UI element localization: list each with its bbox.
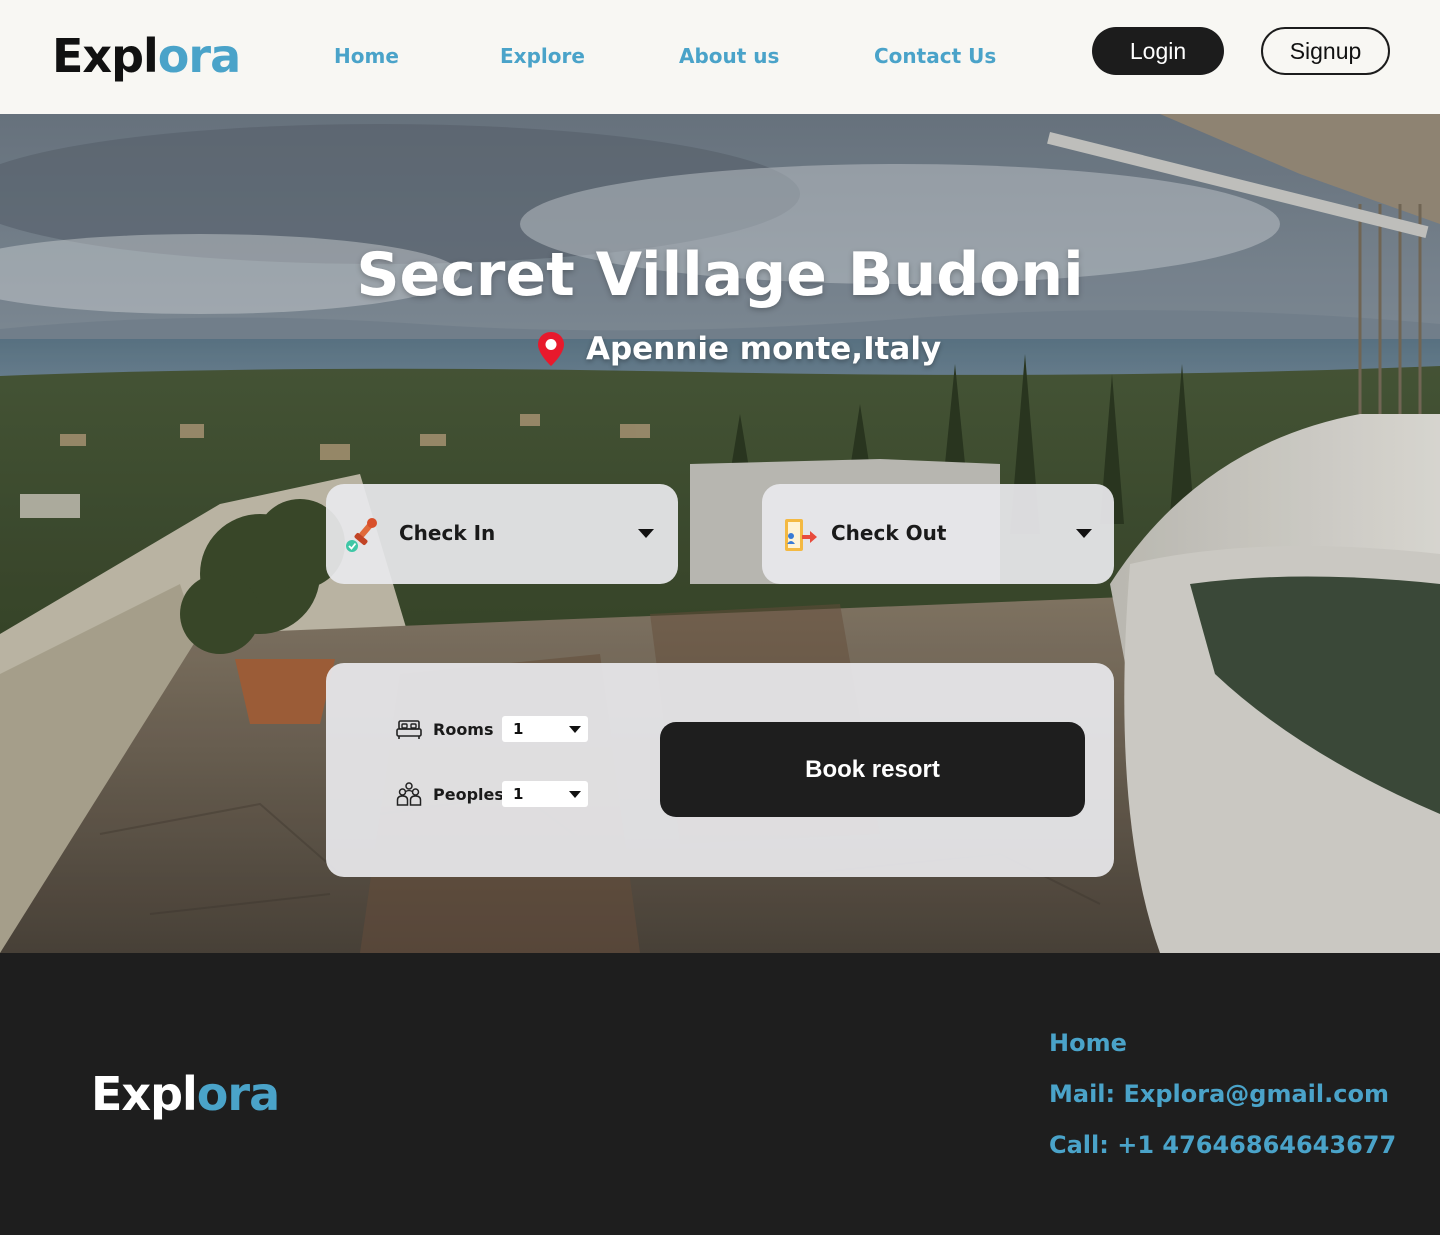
footer-home-link[interactable]: Home: [1049, 1027, 1127, 1059]
logo-text-accent: ora: [157, 29, 241, 83]
chevron-down-icon: [569, 791, 581, 798]
book-resort-button[interactable]: Book resort: [660, 722, 1085, 817]
nav-contact-us[interactable]: Contact Us: [874, 43, 996, 69]
peoples-value: 1: [513, 785, 524, 803]
stamp-icon: [346, 518, 377, 552]
booking-panel: Rooms 1 Peoples 1 Book resort: [326, 663, 1114, 877]
nav-about-us[interactable]: About us: [679, 43, 779, 69]
footer-mail-link[interactable]: Mail: Explora@gmail.com: [1049, 1078, 1389, 1110]
rooms-select[interactable]: 1: [502, 716, 588, 742]
brand-logo[interactable]: Explora: [52, 28, 241, 84]
site-header: Explora Home Explore About us Contact Us…: [0, 0, 1440, 114]
check-in-dropdown[interactable]: Check In: [326, 484, 678, 584]
logo-text-light: Expl: [91, 1067, 198, 1121]
peoples-row: Peoples 1: [396, 780, 588, 808]
people-icon: [396, 782, 422, 806]
peoples-label: Peoples: [433, 784, 504, 804]
peoples-select[interactable]: 1: [502, 781, 588, 807]
chevron-down-icon: [569, 726, 581, 733]
rooms-value: 1: [513, 720, 524, 738]
rooms-row: Rooms 1: [396, 715, 588, 743]
check-in-label: Check In: [399, 521, 496, 545]
site-footer: Explora Home Mail: Explora@gmail.com Cal…: [0, 953, 1440, 1235]
nav-explore[interactable]: Explore: [500, 43, 585, 69]
nav-home[interactable]: Home: [334, 43, 399, 69]
logo-text-dark: Expl: [52, 29, 159, 83]
logo-text-accent: ora: [196, 1067, 280, 1121]
signup-button[interactable]: Signup: [1261, 27, 1390, 75]
footer-call-link[interactable]: Call: +1 47646864643677: [1049, 1129, 1396, 1161]
footer-logo[interactable]: Explora: [91, 1066, 280, 1122]
resort-title: Secret Village Budoni: [356, 240, 1084, 310]
exit-door-icon: [785, 519, 817, 551]
chevron-down-icon: [1076, 529, 1092, 538]
check-out-dropdown[interactable]: Check Out: [762, 484, 1114, 584]
rooms-label: Rooms: [433, 719, 494, 739]
check-out-label: Check Out: [831, 521, 947, 545]
location-pin-icon: [538, 332, 564, 366]
resort-location: Apennie monte,Italy: [536, 328, 941, 370]
login-button[interactable]: Login: [1092, 27, 1224, 75]
location-text: Apennie monte,Italy: [586, 331, 942, 367]
bed-icon: [396, 720, 422, 739]
chevron-down-icon: [638, 529, 654, 538]
hero-section: Secret Village Budoni Apennie monte,Ital…: [0, 114, 1440, 953]
